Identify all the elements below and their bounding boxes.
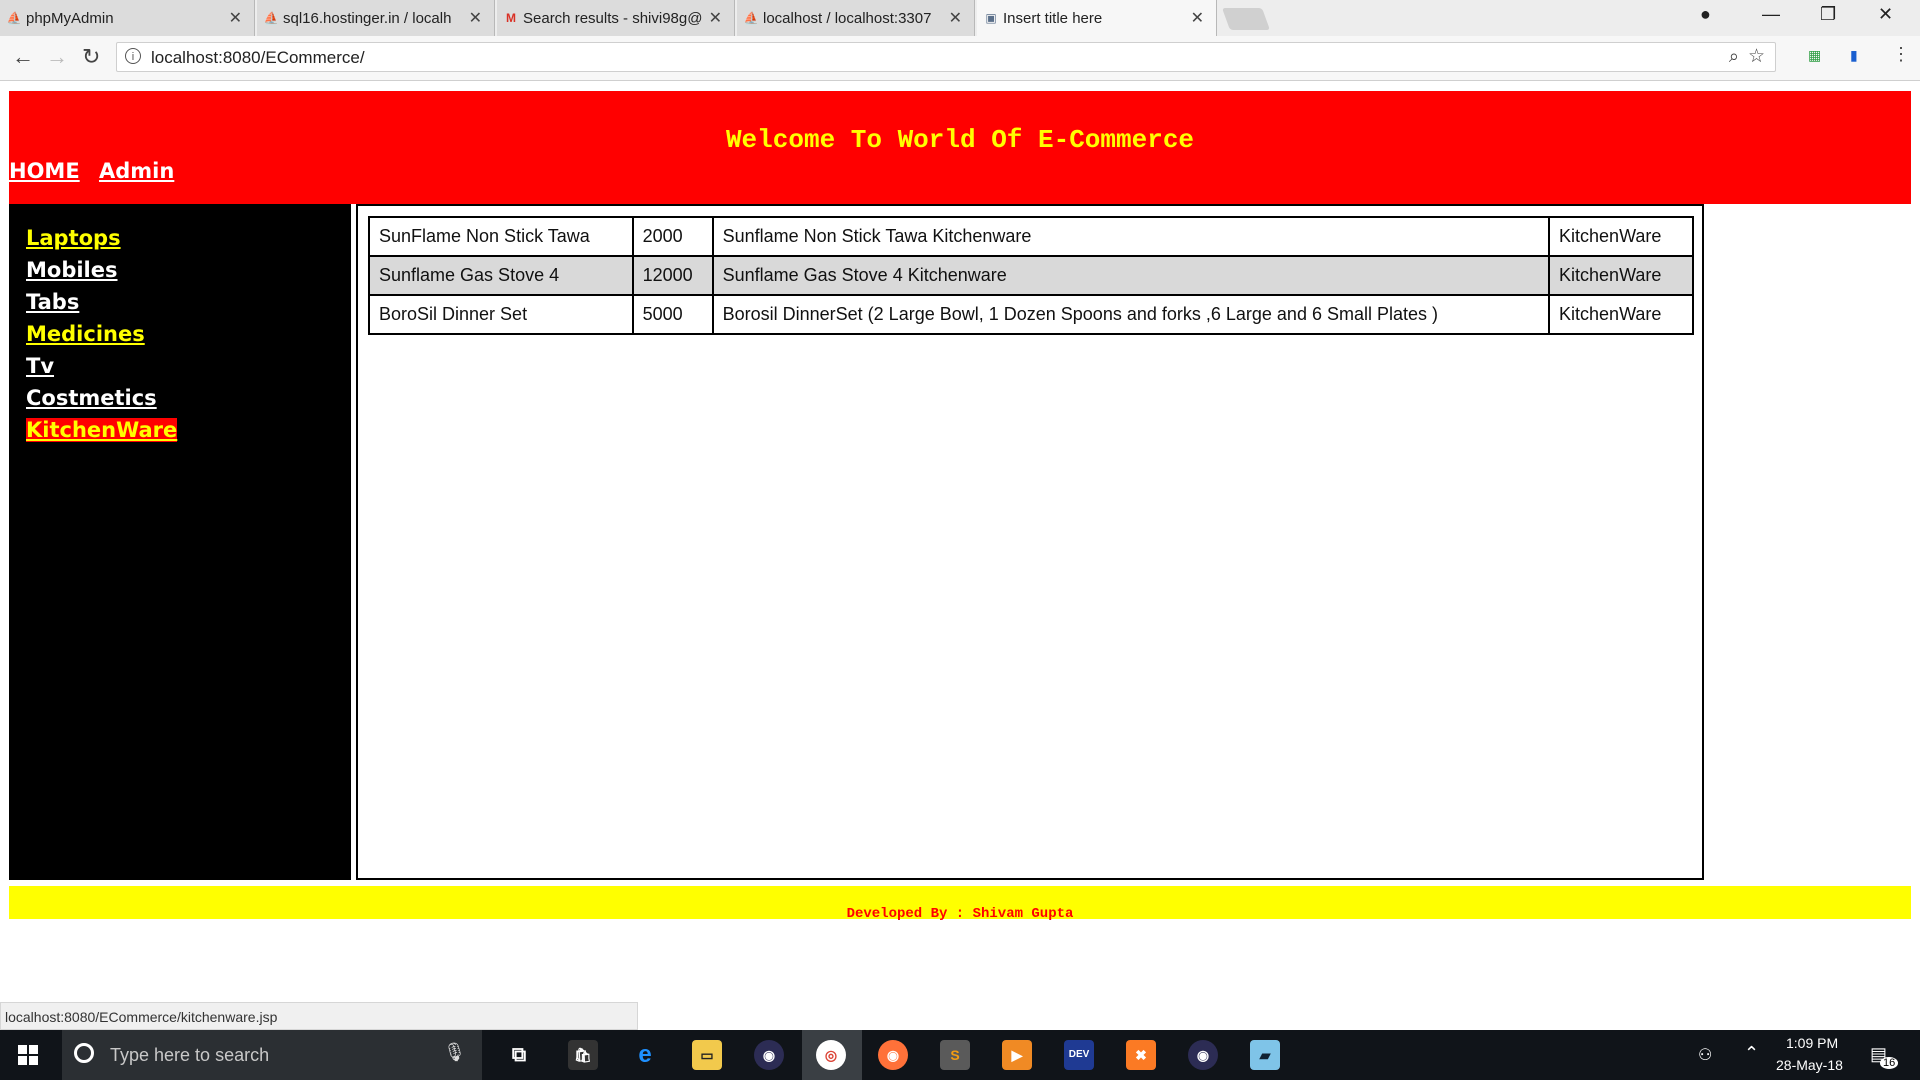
reload-icon[interactable]: ↻ (82, 44, 100, 70)
dev-cpp-icon[interactable]: DEV (1064, 1040, 1094, 1070)
browser-tabstrip: ⛵ phpMyAdmin ✕ ⛵ sql16.hostinger.in / lo… (0, 0, 1920, 36)
phpmyadmin-icon: ⛵ (6, 11, 22, 25)
product-name: BoroSil Dinner Set (368, 294, 634, 335)
product-category: KitchenWare (1548, 255, 1694, 296)
windows-start-icon[interactable] (18, 1045, 38, 1065)
tab-phpmyadmin[interactable]: ⛵ phpMyAdmin ✕ (0, 0, 255, 36)
eclipse-2-icon[interactable]: ◉ (1188, 1040, 1218, 1070)
chrome-icon[interactable]: ◎ (816, 1040, 846, 1070)
category-mobiles-link[interactable]: Mobiles (26, 258, 118, 282)
category-tv-link[interactable]: Tv (26, 354, 54, 378)
nav-admin-link[interactable]: Admin (99, 159, 174, 183)
product-price: 5000 (631, 294, 714, 335)
product-description: Borosil DinnerSet (2 Large Bowl, 1 Dozen… (711, 294, 1551, 335)
forward-arrow-icon[interactable]: → (46, 44, 68, 70)
tab-sql16[interactable]: ⛵ sql16.hostinger.in / localh ✕ (257, 0, 495, 36)
browser-toolbar: ← → ↻ i localhost:8080/ECommerce/ ⌕ ☆ ▦ … (0, 36, 1920, 81)
category-costmetics-link[interactable]: Costmetics (26, 386, 157, 410)
product-category: KitchenWare (1548, 216, 1694, 257)
people-icon[interactable]: ⚇ (1698, 1045, 1712, 1065)
tab-localhost-pma[interactable]: ⛵ localhost / localhost:3307 ✕ (737, 0, 975, 36)
site-header: Welcome To World Of E-Commerce HOME Admi… (9, 91, 1911, 204)
link-status-bar: localhost:8080/ECommerce/kitchenware.jsp (0, 1002, 638, 1030)
close-tab-icon[interactable]: ✕ (709, 8, 722, 28)
phpmyadmin-pma-icon: ⛵ (743, 11, 759, 25)
close-tab-icon[interactable]: ✕ (229, 8, 242, 28)
page-title: Welcome To World Of E-Commerce (725, 125, 1195, 155)
table-row: SunFlame Non Stick Tawa 2000 Sunflame No… (368, 216, 1694, 257)
windows-taskbar: Type here to search 🎙 ⧉ 🛍 e ▭ ◉ ◎ ◉ S ▶ … (0, 1030, 1920, 1080)
tab-title: sql16.hostinger.in / localh (283, 9, 452, 27)
firefox-icon[interactable]: ◉ (878, 1040, 908, 1070)
category-sidebar: Laptops Mobiles Tabs Medicines Tv Costme… (9, 204, 351, 880)
page-icon: ▣ (985, 11, 997, 25)
info-icon[interactable]: i (125, 48, 141, 64)
clock-date[interactable]: 28-May-18 (1776, 1057, 1843, 1073)
minimize-icon[interactable]: — (1762, 4, 1780, 25)
product-category: KitchenWare (1548, 294, 1694, 335)
extension-flag-icon[interactable]: ▮ (1850, 47, 1858, 64)
close-tab-icon[interactable]: ✕ (469, 8, 482, 28)
address-bar[interactable]: i localhost:8080/ECommerce/ ⌕ ☆ (116, 42, 1776, 72)
media-player-icon[interactable]: ▶ (1002, 1040, 1032, 1070)
gmail-icon: M (506, 11, 516, 25)
microphone-icon[interactable]: 🎙 (443, 1042, 466, 1063)
extension-icon[interactable]: ▦ (1808, 47, 1821, 64)
table-row: Sunflame Gas Stove 4 12000 Sunflame Gas … (368, 255, 1694, 296)
phpmyadmin-pma-icon: ⛵ (263, 11, 279, 25)
product-table: SunFlame Non Stick Tawa 2000 Sunflame No… (368, 216, 1694, 335)
address-url[interactable]: localhost:8080/ECommerce/ (151, 48, 365, 68)
window-close-icon[interactable]: ✕ (1878, 4, 1893, 25)
product-price: 2000 (631, 216, 714, 257)
notification-count-badge: 16 (1880, 1057, 1899, 1069)
edge-icon[interactable]: e (630, 1040, 660, 1070)
file-explorer-icon[interactable]: ▭ (692, 1040, 722, 1070)
notes-app-icon[interactable]: ▰ (1250, 1040, 1280, 1070)
tab-title: phpMyAdmin (26, 9, 114, 27)
task-view-icon[interactable]: ⧉ (504, 1040, 534, 1070)
tab-title: Search results - shivi98g@ (523, 9, 703, 27)
zoom-icon[interactable]: ⌕ (1729, 46, 1739, 67)
profile-icon[interactable]: ● (1700, 4, 1711, 25)
tab-insert-title[interactable]: ▣ Insert title here ✕ (977, 0, 1217, 36)
cortana-icon[interactable] (74, 1043, 94, 1063)
xampp-icon[interactable]: ✖ (1126, 1040, 1156, 1070)
site-footer: Developed By : Shivam Gupta (9, 886, 1911, 922)
tab-title: Insert title here (1003, 9, 1103, 27)
nav-home-link[interactable]: HOME (9, 159, 80, 183)
tab-gmail[interactable]: M Search results - shivi98g@ ✕ (497, 0, 735, 36)
product-content: SunFlame Non Stick Tawa 2000 Sunflame No… (356, 204, 1704, 880)
top-nav: HOME Admin (9, 159, 186, 183)
close-tab-icon[interactable]: ✕ (1191, 8, 1204, 28)
product-name: Sunflame Gas Stove 4 (368, 255, 634, 296)
taskbar-search-box[interactable]: Type here to search 🎙 (62, 1030, 482, 1080)
tab-title: localhost / localhost:3307 (763, 9, 932, 27)
store-icon[interactable]: 🛍 (568, 1040, 598, 1070)
sublime-text-icon[interactable]: S (940, 1040, 970, 1070)
category-laptops-link[interactable]: Laptops (26, 226, 121, 250)
footer-credit: Developed By : Shivam Gupta (846, 906, 1074, 922)
taskbar-search-placeholder: Type here to search (110, 1045, 270, 1065)
product-description: Sunflame Gas Stove 4 Kitchenware (711, 255, 1551, 296)
bookmark-star-icon[interactable]: ☆ (1748, 45, 1765, 68)
product-name: SunFlame Non Stick Tawa (368, 216, 634, 257)
chevron-up-icon[interactable]: ⌃ (1744, 1043, 1759, 1064)
category-tabs-link[interactable]: Tabs (26, 290, 79, 314)
back-arrow-icon[interactable]: ← (12, 44, 34, 70)
new-tab-button[interactable] (1221, 8, 1271, 30)
table-row: BoroSil Dinner Set 5000 Borosil DinnerSe… (368, 294, 1694, 335)
close-tab-icon[interactable]: ✕ (949, 8, 962, 28)
clock-time[interactable]: 1:09 PM (1786, 1035, 1838, 1051)
eclipse-icon[interactable]: ◉ (754, 1040, 784, 1070)
product-price: 12000 (631, 255, 714, 296)
restore-icon[interactable]: ❐ (1820, 4, 1836, 25)
product-description: Sunflame Non Stick Tawa Kitchenware (711, 216, 1551, 257)
menu-dots-icon[interactable]: ⋮ (1892, 44, 1910, 65)
category-medicines-link[interactable]: Medicines (26, 322, 145, 346)
category-kitchenware-link[interactable]: KitchenWare (26, 418, 178, 442)
